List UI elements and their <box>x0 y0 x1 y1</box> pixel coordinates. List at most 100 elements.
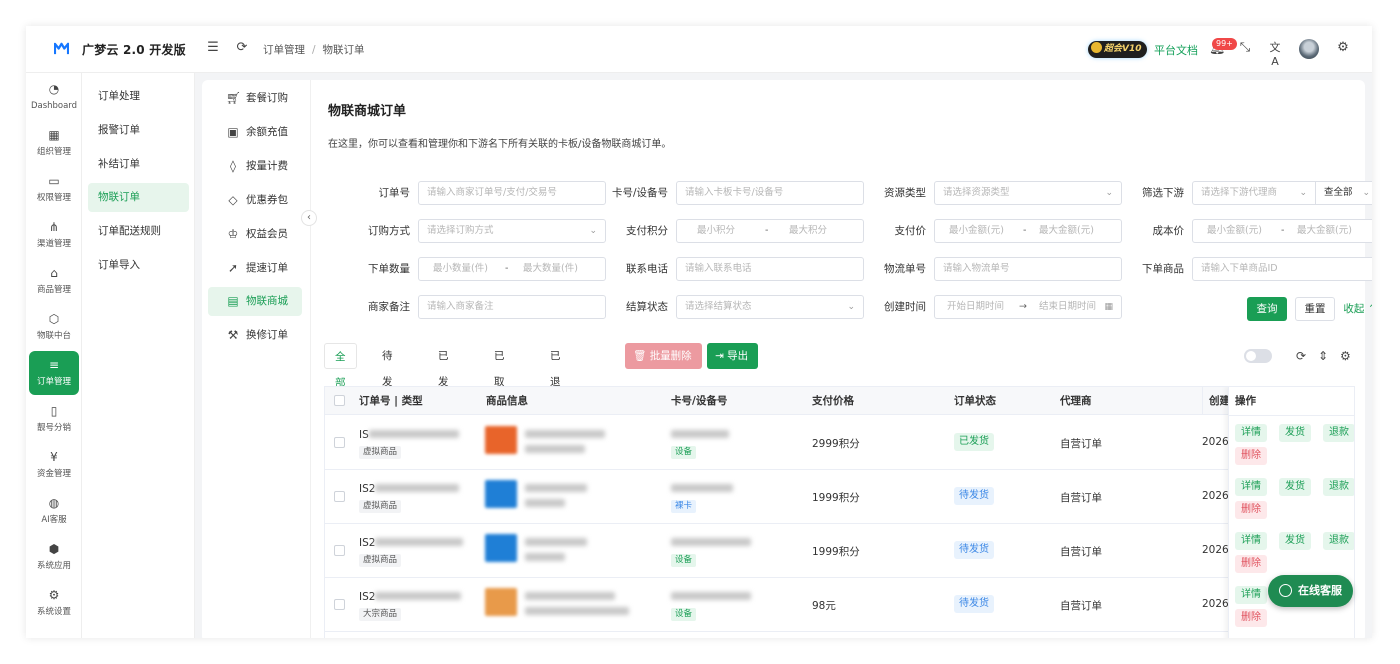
tab-refunded[interactable]: 已退款 <box>540 343 571 414</box>
ship-button[interactable]: 发货 <box>1279 424 1311 442</box>
menu-fold-icon[interactable]: ☰ <box>206 41 220 55</box>
detail-button[interactable]: 详情 <box>1235 424 1267 442</box>
menu-coupon-pack[interactable]: ◇ 优惠券包 <box>208 186 302 215</box>
query-button[interactable]: 查询 <box>1247 297 1287 321</box>
col-product: 商品信息 <box>486 395 528 407</box>
nav-number-distribution[interactable]: ▯ 靓号分销 <box>29 397 79 441</box>
created-date-range[interactable]: 开始日期时间 → 结束日期时间 ▦ <box>934 295 1122 319</box>
breadcrumb-item[interactable]: 订单管理 <box>263 44 305 56</box>
reset-button[interactable]: 重置 <box>1295 297 1335 321</box>
tracking-input[interactable]: 请输入物流单号 <box>934 257 1122 281</box>
submenu-alarm-orders[interactable]: 报警订单 <box>88 116 189 145</box>
display-toggle[interactable] <box>1244 349 1272 363</box>
nav-system-settings[interactable]: ⚙ 系统设置 <box>29 581 79 625</box>
column-settings-icon[interactable]: ⚙ <box>1340 349 1351 363</box>
detail-button[interactable]: 详情 <box>1235 532 1267 550</box>
tab-shipped[interactable]: 已发货 <box>428 343 459 414</box>
gear-icon: ⚙ <box>48 588 60 602</box>
card-no-input[interactable]: 请输入卡板卡号/设备号 <box>676 181 864 205</box>
platform-docs-link[interactable]: 平台文档 <box>1154 42 1198 58</box>
nav-iot-hub[interactable]: ⬡ 物联中台 <box>29 305 79 349</box>
nav-order-management[interactable]: ≡ 订单管理 <box>29 351 79 395</box>
avatar[interactable] <box>1299 39 1319 59</box>
table-row[interactable]: IS2 虚拟商品 设备 1999积分 待发货 自营订单 2026- <box>325 524 1354 578</box>
submenu-order-processing[interactable]: 订单处理 <box>88 82 189 111</box>
order-status: 已发货 <box>954 433 994 451</box>
menu-repair-order[interactable]: ⚒ 换修订单 <box>208 321 302 350</box>
submenu-supplement-orders[interactable]: 补结订单 <box>88 150 189 179</box>
nav-organization[interactable]: ▦ 组织管理 <box>29 121 79 165</box>
batch-delete-button[interactable]: 🗑︎ 批量删除 <box>625 343 702 369</box>
chat-bubble-icon <box>1279 584 1292 597</box>
quantity-range[interactable]: 最小数量(件) - 最大数量(件) <box>418 257 606 281</box>
refresh-table-icon[interactable]: ⟳ <box>1296 349 1306 363</box>
nav-funds[interactable]: ¥ 资金管理 <box>29 443 79 487</box>
menu-iot-mall[interactable]: ▤ 物联商城 <box>208 287 302 316</box>
online-service-button[interactable]: 在线客服 <box>1268 575 1353 607</box>
date-end: 结束日期时间 <box>1039 301 1097 312</box>
settle-select[interactable]: 请选择结算状态 ⌄ <box>676 295 864 319</box>
row-checkbox[interactable] <box>334 491 345 502</box>
nav-system-apps[interactable]: ⬢ 系统应用 <box>29 535 79 579</box>
tab-pending[interactable]: 待发货 <box>372 343 403 414</box>
refresh-icon[interactable]: ⟳ <box>235 41 249 55</box>
table-row[interactable]: IS2 大宗商品 设备 98元 待发货 自营订单 2026- <box>325 578 1354 632</box>
delete-button[interactable]: 删除 <box>1235 501 1267 519</box>
downstream-scope-select[interactable]: 查全部 ⌄ <box>1315 181 1372 205</box>
delete-button[interactable]: 删除 <box>1235 447 1267 465</box>
pay-price: 2999积分 <box>812 438 860 450</box>
table-row[interactable]: IS 虚拟商品 设备 2999积分 已发货 自营订单 2026- <box>325 416 1354 470</box>
remark-input[interactable]: 请输入商家备注 <box>418 295 606 319</box>
cost-price-range[interactable]: 最小金额(元) - 最大金额(元) <box>1192 219 1372 243</box>
card-no <box>671 429 729 441</box>
row-checkbox[interactable] <box>334 545 345 556</box>
detail-button[interactable]: 详情 <box>1235 478 1267 496</box>
submenu-delivery-rules[interactable]: 订单配送规则 <box>88 217 189 246</box>
pay-points-range[interactable]: 最小积分 - 最大积分 <box>676 219 864 243</box>
menu-membership[interactable]: ♔ 权益会员 <box>208 220 302 249</box>
order-no-input[interactable]: 请输入商家订单号/支付/交易号 <box>418 181 606 205</box>
translate-icon[interactable]: 文A <box>1268 41 1282 68</box>
col-agent: 代理商 <box>1060 395 1092 407</box>
menu-balance-recharge[interactable]: ▣ 余额充值 <box>208 118 302 147</box>
pay-price-range[interactable]: 最小金额(元) - 最大金额(元) <box>934 219 1122 243</box>
refund-button[interactable]: 退款 <box>1323 532 1354 550</box>
delete-button[interactable]: 删除 <box>1235 609 1267 627</box>
order-method-select[interactable]: 请选择订购方式 ⌄ <box>418 219 606 243</box>
select-all-checkbox[interactable] <box>334 395 345 406</box>
collapse-filters-button[interactable]: 收起 ⌃ <box>1340 297 1372 321</box>
refund-button[interactable]: 退款 <box>1323 478 1354 496</box>
settings-gear-icon[interactable]: ⚙ <box>1336 41 1350 55</box>
nav-channel[interactable]: ⋔ 渠道管理 <box>29 213 79 257</box>
nav-permission[interactable]: ▭ 权限管理 <box>29 167 79 211</box>
collapse-menu-button[interactable]: ‹ <box>301 210 317 226</box>
ship-button[interactable]: 发货 <box>1279 478 1311 496</box>
menu-speedup-order[interactable]: ➚ 提速订单 <box>208 254 302 283</box>
nav-product[interactable]: ⌂ 商品管理 <box>29 259 79 303</box>
ship-button[interactable]: 发货 <box>1279 532 1311 550</box>
phone-input[interactable]: 请输入联系电话 <box>676 257 864 281</box>
menu-usage-billing[interactable]: ◊ 按量计费 <box>208 152 302 181</box>
submenu-order-import[interactable]: 订单导入 <box>88 251 189 280</box>
refund-button[interactable]: 退款 <box>1323 424 1354 442</box>
row-checkbox[interactable] <box>334 599 345 610</box>
resource-type-select[interactable]: 请选择资源类型 ⌄ <box>934 181 1122 205</box>
tab-all[interactable]: 全部 <box>324 343 357 389</box>
detail-button[interactable]: 详情 <box>1235 586 1267 604</box>
submenu-iot-orders[interactable]: 物联订单 <box>88 183 189 212</box>
density-icon[interactable]: ⇕ <box>1318 349 1328 363</box>
pay-price-label: 支付价 <box>894 225 927 237</box>
delete-button[interactable]: 删除 <box>1235 555 1267 573</box>
nav-ai-service[interactable]: ◍ AI客服 <box>29 489 79 533</box>
product-input[interactable]: 请输入下单商品ID <box>1192 257 1372 281</box>
downstream-select[interactable]: 请选择下游代理商 ⌄ <box>1192 181 1316 205</box>
nav-dashboard[interactable]: ◔ Dashboard <box>29 75 79 119</box>
export-button[interactable]: ⇥ 导出 <box>707 343 759 369</box>
table-row[interactable]: IS2 虚拟商品 裸卡 1999积分 待发货 自营订单 2026- <box>325 470 1354 524</box>
tab-cancelled[interactable]: 已取消 <box>484 343 515 414</box>
menu-package-order[interactable]: 🛒︎ 套餐订购 <box>208 84 302 113</box>
agent: 自营订单 <box>1060 546 1102 558</box>
row-checkbox[interactable] <box>334 437 345 448</box>
vip-badge[interactable]: 超会V10 <box>1088 41 1147 58</box>
fullscreen-icon[interactable]: ⤡ <box>1238 41 1252 55</box>
